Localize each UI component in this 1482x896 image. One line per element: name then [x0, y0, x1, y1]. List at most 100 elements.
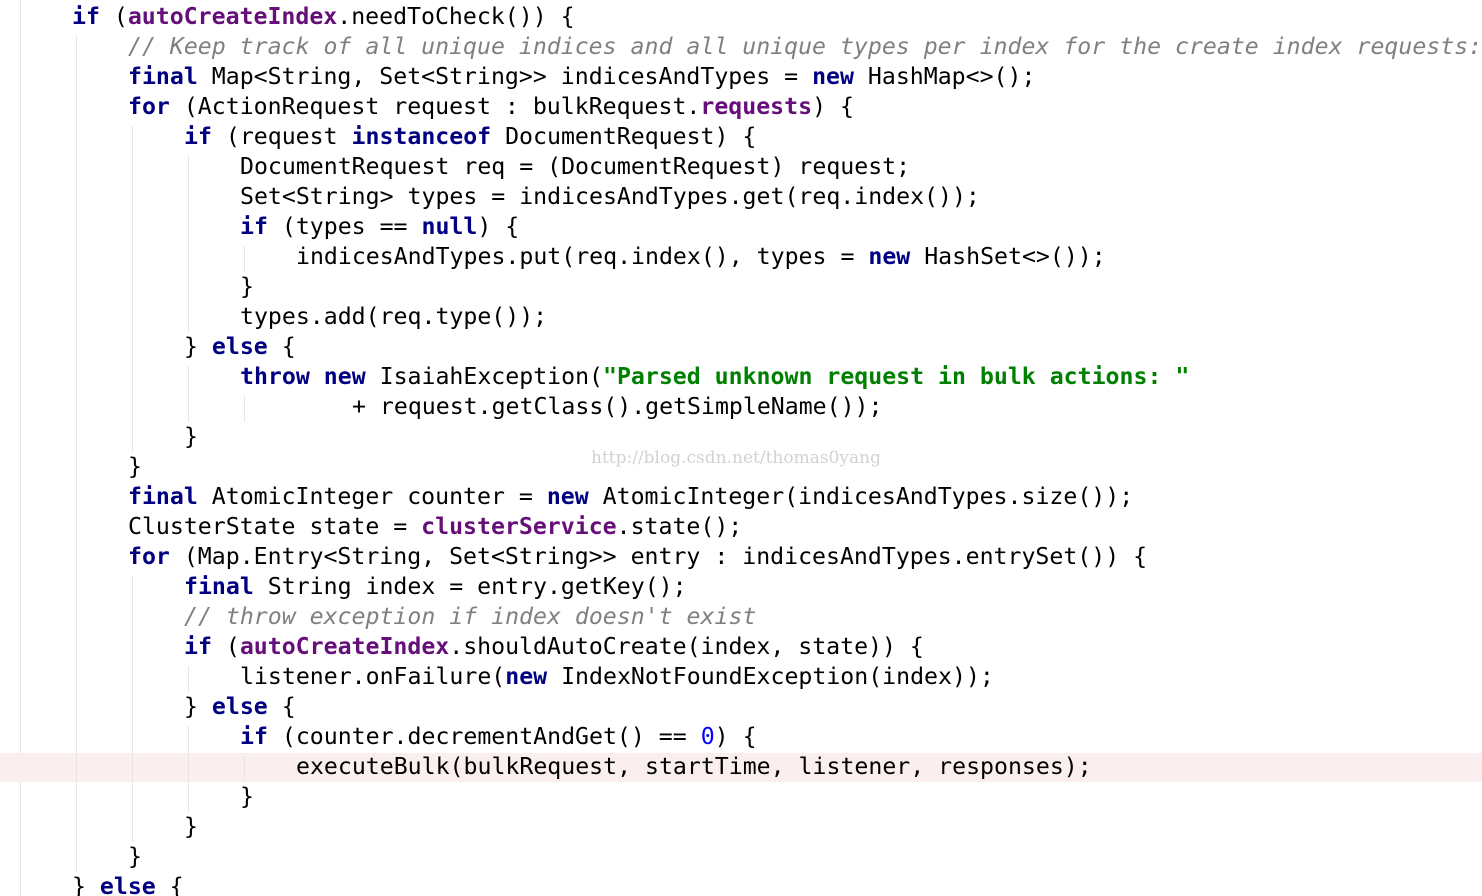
code-token: } [240, 273, 254, 300]
indent-guide [244, 396, 245, 422]
code-editor[interactable]: if (autoCreateIndex.needToCheck()) {// K… [0, 0, 1482, 896]
code-line[interactable]: DocumentRequest req = (DocumentRequest) … [240, 152, 910, 182]
code-token: DocumentRequest req = (DocumentRequest) … [240, 153, 911, 180]
code-line[interactable]: } else { [184, 692, 296, 722]
code-token: types.add(req.type()); [240, 303, 548, 330]
code-line[interactable]: + request.getClass().getSimpleName()); [352, 392, 882, 422]
code-token: executeBulk(bulkRequest, startTime, list… [296, 753, 1092, 780]
code-token: new [868, 243, 911, 270]
code-token: Map<String, Set<String>> indicesAndTypes… [197, 63, 813, 90]
indent-guide [76, 36, 77, 872]
code-token: } [184, 693, 212, 720]
code-token: { [155, 873, 184, 896]
code-line[interactable]: for (Map.Entry<String, Set<String>> entr… [128, 542, 1147, 572]
code-token: AtomicInteger counter = [197, 483, 547, 510]
code-line[interactable]: if (autoCreateIndex.needToCheck()) { [72, 2, 575, 32]
code-token: ) { [812, 93, 854, 120]
code-token: Set<String> types = indicesAndTypes.get(… [240, 183, 980, 210]
code-line-current[interactable]: executeBulk(bulkRequest, startTime, list… [296, 752, 1092, 782]
code-token: requests [700, 93, 813, 120]
code-token: String index = entry.getKey(); [253, 573, 687, 600]
code-token: .state(); [616, 513, 743, 540]
code-line[interactable]: } else { [184, 332, 296, 362]
code-token: "Parsed unknown request in bulk actions:… [603, 363, 1190, 390]
indent-guide [188, 666, 189, 692]
code-line[interactable]: } [240, 782, 254, 812]
code-line[interactable]: ClusterState state = clusterService.stat… [128, 512, 742, 542]
code-line[interactable]: } else { [72, 872, 184, 896]
code-line[interactable]: } [128, 452, 142, 482]
code-token: { [267, 693, 296, 720]
code-token: { [267, 333, 296, 360]
code-token: } [128, 843, 142, 870]
code-token: if [184, 123, 212, 150]
code-token: clusterService [421, 513, 617, 540]
code-line[interactable]: throw new IsaiahException("Parsed unknow… [240, 362, 1189, 392]
indent-guide [188, 156, 189, 332]
code-token: IndexNotFoundException(index)); [547, 663, 994, 690]
code-token: // throw exception if index doesn't exis… [184, 603, 757, 630]
code-token: instanceof [351, 123, 492, 150]
code-token: throw [240, 363, 310, 390]
indent-guide [132, 576, 133, 842]
code-token: new [812, 63, 854, 90]
code-line[interactable]: } [240, 272, 254, 302]
code-line[interactable]: final String index = entry.getKey(); [184, 572, 687, 602]
code-token: } [184, 813, 198, 840]
code-line[interactable]: types.add(req.type()); [240, 302, 547, 332]
code-token: // Keep track of all unique indices and … [128, 33, 1482, 60]
code-token: for [128, 93, 170, 120]
code-token: ( [211, 633, 240, 660]
code-token: HashSet<>()); [910, 243, 1106, 270]
code-token: ) { [477, 213, 520, 240]
code-line[interactable]: } [128, 842, 142, 872]
indent-guide [244, 756, 245, 782]
code-line[interactable]: if (counter.decrementAndGet() == 0) { [240, 722, 757, 752]
watermark-text: http://blog.csdn.net/thomas0yang [591, 448, 881, 468]
code-line[interactable]: // Keep track of all unique indices and … [128, 32, 1482, 62]
code-token: } [72, 873, 100, 896]
code-line[interactable]: Set<String> types = indicesAndTypes.get(… [240, 182, 980, 212]
code-token: } [240, 783, 254, 810]
indent-guide [188, 366, 189, 422]
code-token: if [240, 723, 268, 750]
code-token: .needToCheck()) { [337, 3, 575, 30]
code-token: final [184, 573, 254, 600]
code-line[interactable]: final Map<String, Set<String>> indicesAn… [128, 62, 1035, 92]
code-line[interactable]: final AtomicInteger counter = new Atomic… [128, 482, 1133, 512]
code-token: (Map.Entry<String, Set<String>> entry : … [169, 543, 1148, 570]
code-line[interactable]: indicesAndTypes.put(req.index(), types =… [296, 242, 1106, 272]
code-token: HashMap<>(); [853, 63, 1036, 90]
code-token: 0 [700, 723, 715, 750]
code-token: (ActionRequest request : bulkRequest. [169, 93, 701, 120]
code-token: (request [211, 123, 352, 150]
code-token: final [128, 63, 198, 90]
code-token: ClusterState state = [128, 513, 422, 540]
code-token: if [240, 213, 268, 240]
code-token: else [211, 333, 268, 360]
code-token: null [421, 213, 478, 240]
code-token: ) { [714, 723, 757, 750]
code-line[interactable]: for (ActionRequest request : bulkRequest… [128, 92, 854, 122]
code-line[interactable]: // throw exception if index doesn't exis… [184, 602, 756, 632]
code-token: .shouldAutoCreate(index, state)) { [449, 633, 924, 660]
code-token: for [128, 543, 170, 570]
indent-guide [132, 126, 133, 452]
code-token: IsaiahException( [365, 363, 603, 390]
code-line[interactable]: } [184, 812, 198, 842]
code-line[interactable]: listener.onFailure(new IndexNotFoundExce… [240, 662, 994, 692]
code-line[interactable]: if (autoCreateIndex.shouldAutoCreate(ind… [184, 632, 924, 662]
code-token: new [546, 483, 589, 510]
code-line[interactable]: if (types == null) { [240, 212, 519, 242]
code-token: DocumentRequest) { [491, 123, 757, 150]
code-line[interactable]: if (request instanceof DocumentRequest) … [184, 122, 756, 152]
code-token: new [323, 363, 366, 390]
code-line[interactable]: } [184, 422, 198, 452]
indent-guide [188, 726, 189, 812]
code-token: autoCreateIndex [127, 3, 338, 30]
code-token: if [72, 3, 100, 30]
code-token: listener.onFailure( [240, 663, 506, 690]
code-token: final [128, 483, 198, 510]
code-token: indicesAndTypes.put(req.index(), types = [296, 243, 869, 270]
